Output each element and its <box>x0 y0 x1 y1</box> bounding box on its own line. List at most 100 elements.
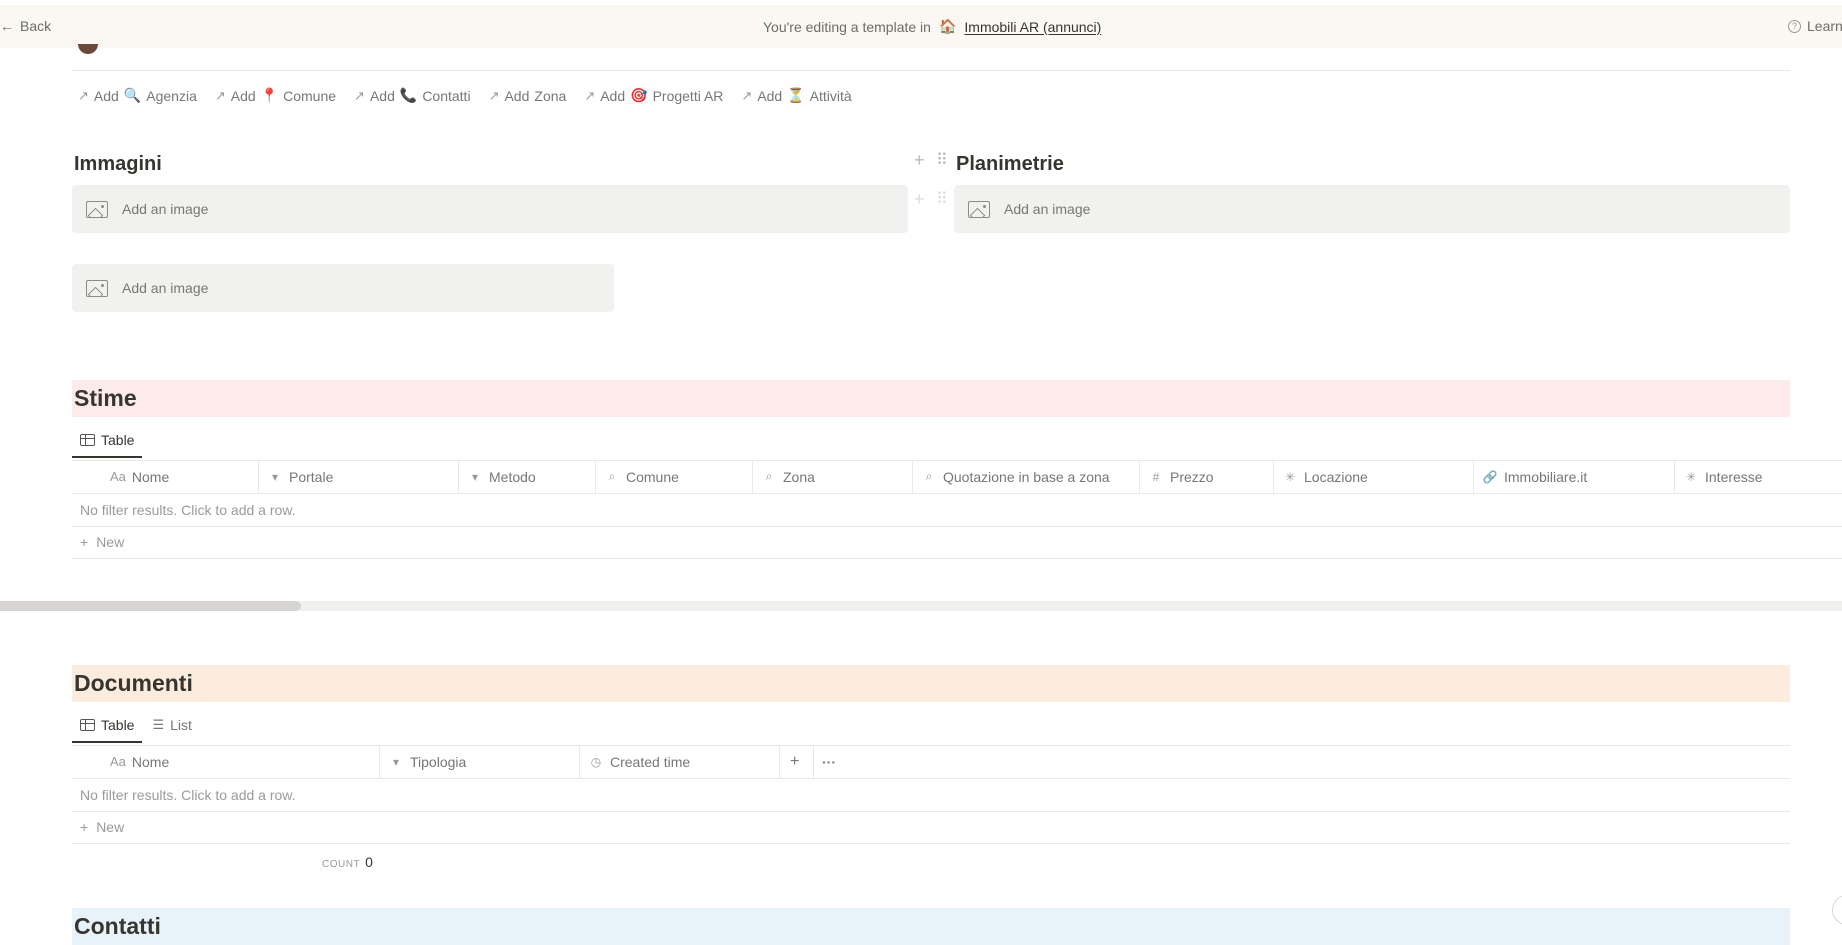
help-fab-button[interactable] <box>1832 895 1842 925</box>
select-type-icon: ▾ <box>271 469 279 484</box>
column-header-zona[interactable]: ⌕ Zona <box>753 460 913 493</box>
editing-text: You're editing a template in <box>763 18 931 35</box>
stime-heading: Stime <box>74 385 137 411</box>
add-image-block[interactable]: Add an image <box>72 185 908 233</box>
target-emoji-icon: 🎯 <box>630 87 648 103</box>
add-label: Add <box>93 87 119 104</box>
select-type-icon: ▾ <box>392 754 400 769</box>
add-label: Add <box>504 87 530 104</box>
relation-name: Zona <box>534 87 567 104</box>
more-options-button[interactable]: ··· <box>814 745 854 778</box>
count-calculation[interactable]: COUNT 0 <box>322 854 373 870</box>
relation-name: Contatti <box>422 87 471 104</box>
column-label: Immobiliare.it <box>1504 468 1588 485</box>
arrow-up-right-icon: ↗ <box>78 87 89 103</box>
link-type-icon: 🔗 <box>1482 469 1498 484</box>
tab-list[interactable]: ☰ List <box>144 717 199 741</box>
new-row-button[interactable]: + New <box>80 819 124 835</box>
empty-table-message[interactable]: No filter results. Click to add a row. <box>80 502 296 518</box>
column-header-prezzo[interactable]: # Prezzo <box>1140 460 1274 493</box>
learn-button[interactable]: ? Learn <box>1788 18 1842 34</box>
pin-emoji-icon: 📍 <box>260 87 279 103</box>
drag-handle-icon[interactable]: ⠿ <box>936 189 948 209</box>
divider <box>72 778 1790 779</box>
add-agenzia-button[interactable]: ↗ Add 🔍 Agenzia <box>78 87 197 104</box>
column-header-portale[interactable]: ▾ Portale <box>259 460 459 493</box>
column-header-tipologia[interactable]: ▾ Tipologia <box>380 745 580 778</box>
plus-icon: + <box>80 819 89 835</box>
column-label: Created time <box>610 753 691 770</box>
back-label: Back <box>20 18 52 34</box>
add-label: Add <box>230 87 256 104</box>
add-progetti-ar-button[interactable]: ↗ Add 🎯 Progetti AR <box>584 87 723 104</box>
workspace-emoji-icon: 🏠 <box>938 18 957 34</box>
relation-name: Agenzia <box>146 87 197 104</box>
plus-icon: + <box>790 752 800 770</box>
table-icon <box>80 434 95 446</box>
add-block-plus-icon[interactable]: + <box>914 150 925 171</box>
drag-handle-icon[interactable]: ⠿ <box>936 150 948 170</box>
new-row-button[interactable]: + New <box>80 534 124 550</box>
divider <box>72 493 1842 494</box>
image-icon <box>86 279 108 297</box>
documenti-table-header: Aa Nome ▾ Tipologia ◷ Created time + ··· <box>72 745 854 778</box>
add-image-label: Add an image <box>1004 201 1091 217</box>
tab-table[interactable]: Table <box>72 432 143 458</box>
contatti-heading: Contatti <box>74 913 161 939</box>
divider <box>72 526 1842 527</box>
column-header-immobiliare[interactable]: 🔗 Immobiliare.it <box>1474 460 1675 493</box>
lookup-search-icon: ⌕ <box>925 469 933 483</box>
tab-label: Table <box>101 432 135 448</box>
column-label: Tipologia <box>410 753 467 770</box>
add-comune-button[interactable]: ↗ Add 📍 Comune <box>215 87 336 104</box>
column-label: Quotazione in base a zona <box>943 468 1110 485</box>
column-label: Nome <box>131 753 170 770</box>
new-label: New <box>96 534 125 550</box>
add-contatti-button[interactable]: ↗ Add 📞 Contatti <box>354 87 471 104</box>
column-header-interesse[interactable]: ✳ Interesse <box>1675 460 1842 493</box>
column-label: Comune <box>626 468 679 485</box>
workspace-link[interactable]: Immobili AR (annunci) <box>964 19 1101 35</box>
text-type-icon: Aa <box>110 469 126 484</box>
empty-table-message[interactable]: No filter results. Click to add a row. <box>80 787 296 803</box>
formula-type-icon: ✳ <box>1284 469 1296 484</box>
arrow-up-right-icon: ↗ <box>214 87 226 103</box>
stime-view-tabs: Table <box>72 432 143 458</box>
add-image-block[interactable]: Add an image <box>72 264 614 312</box>
arrow-left-icon: ← <box>0 18 14 34</box>
lookup-search-icon: ⌕ <box>765 469 773 483</box>
column-header-comune[interactable]: ⌕ Comune <box>596 460 753 493</box>
back-button[interactable]: ← Back <box>0 18 51 34</box>
column-label: Prezzo <box>1170 468 1214 485</box>
count-value: 0 <box>365 854 374 870</box>
add-image-label: Add an image <box>122 280 209 296</box>
horizontal-scrollbar[interactable] <box>0 601 1842 611</box>
phone-emoji-icon: 📞 <box>399 87 418 103</box>
learn-label: Learn <box>1807 18 1842 34</box>
planimetrie-heading: Planimetrie <box>956 153 1064 175</box>
column-header-metodo[interactable]: ▾ Metodo <box>459 460 596 493</box>
column-label: Locazione <box>1304 468 1368 485</box>
hourglass-emoji-icon: ⏳ <box>787 87 805 103</box>
immagini-heading: Immagini <box>74 153 162 175</box>
column-header-nome[interactable]: Aa Nome <box>72 745 380 778</box>
add-image-label: Add an image <box>122 201 209 217</box>
relation-name: Attività <box>809 87 852 104</box>
arrow-up-right-icon: ↗ <box>354 87 365 103</box>
scrollbar-thumb[interactable] <box>0 601 301 611</box>
column-header-created-time[interactable]: ◷ Created time <box>580 745 780 778</box>
stime-table-header: Aa Nome ▾ Portale ▾ Metodo ⌕ Comune ⌕ Zo… <box>72 460 1842 493</box>
add-block-plus-icon[interactable]: + <box>914 189 925 210</box>
contatti-heading-bar: Contatti <box>72 908 1790 945</box>
add-zona-button[interactable]: ↗ Add Zona <box>489 87 567 104</box>
add-image-block[interactable]: Add an image <box>954 185 1790 233</box>
column-header-locazione[interactable]: ✳ Locazione <box>1274 460 1474 493</box>
column-header-quotazione[interactable]: ⌕ Quotazione in base a zona <box>913 460 1140 493</box>
add-attivita-button[interactable]: ↗ Add ⏳ Attività <box>741 87 851 104</box>
tab-table[interactable]: Table <box>72 717 143 743</box>
add-column-button[interactable]: + <box>780 745 814 778</box>
column-header-nome[interactable]: Aa Nome <box>72 460 259 493</box>
tab-label: List <box>170 717 192 733</box>
column-label: Nome <box>131 468 170 485</box>
template-edit-banner: ← Back You're editing a template in 🏠 Im… <box>0 5 1842 48</box>
